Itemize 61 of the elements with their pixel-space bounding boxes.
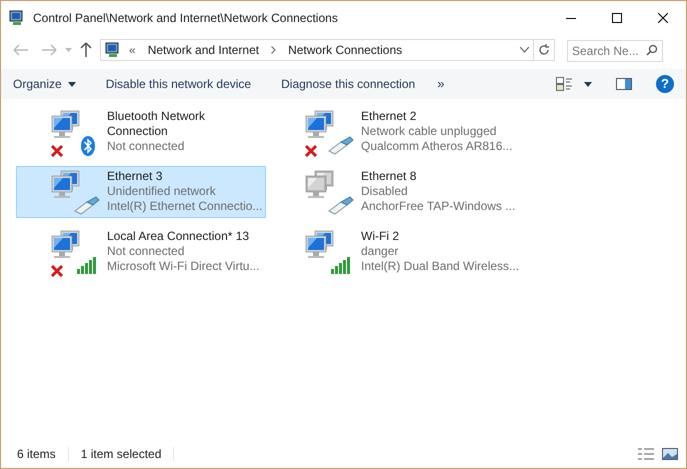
window-title: Control Panel\Network and Internet\Network Connections [33, 10, 338, 27]
breadcrumb-overflow[interactable]: « [129, 41, 136, 59]
toolbar-button[interactable]: Disable this network device [106, 75, 252, 93]
caret-icon [68, 82, 76, 86]
signal-bars-icon [331, 257, 350, 274]
breadcrumb-item[interactable]: Network Connections [288, 41, 402, 59]
details-view-icon[interactable] [638, 448, 654, 460]
ethernet-plug-icon [328, 196, 354, 215]
caret-icon[interactable] [584, 82, 592, 86]
connection-status: Unidentified network [107, 184, 217, 199]
dropdown-caret-icon[interactable] [520, 47, 529, 53]
connection-status: danger [361, 244, 400, 259]
adapter-name: Intel(R) Dual Band Wireless... [361, 259, 520, 274]
connection-name: Ethernet 8 [361, 169, 418, 184]
address-bar[interactable]: « Network and Internet Network Connections [100, 39, 555, 61]
toolbar-button[interactable]: Organize [13, 75, 76, 93]
connection-name: Ethernet 2 [361, 109, 418, 124]
adapter-name: Intel(R) Ethernet Connectio... [107, 199, 264, 214]
connection-item[interactable]: Local Area Connection* 13 Not connected Microsoft Wi-Fi Direct Virtu... [17, 227, 267, 279]
computers-icon [52, 230, 80, 258]
item-count: 6 items [17, 446, 56, 463]
chevron-icon[interactable] [271, 46, 276, 54]
up-arrow-icon[interactable] [80, 42, 92, 58]
maximize-icon [612, 13, 622, 23]
connection-status: Not connected [107, 244, 186, 259]
ethernet-plug-icon [328, 136, 354, 155]
connection-status: Not connected [107, 139, 186, 154]
computers-icon [52, 170, 80, 198]
connection-name: Bluetooth Network Connection [107, 109, 206, 139]
view-options-icon[interactable] [556, 77, 572, 91]
connection-item[interactable]: Wi-Fi 2 danger Intel(R) Dual Band Wireless... [271, 227, 521, 279]
computers-icon [306, 230, 334, 258]
connection-name: Wi-Fi 2 [361, 229, 400, 244]
breadcrumb-item[interactable]: Network and Internet [148, 41, 260, 59]
search-icon [646, 44, 658, 56]
signal-bars-icon [77, 257, 96, 274]
search-field[interactable]: Search Ne... [567, 40, 663, 62]
connection-item[interactable]: Ethernet 2 Network cable unplugged Qualcomm Atheros AR816... [271, 107, 521, 159]
help-button[interactable]: ? [656, 75, 674, 93]
connection-status: Disabled [361, 184, 409, 199]
ethernet-plug-icon [74, 196, 100, 215]
adapter-name: Qualcomm Atheros AR816... [361, 139, 514, 154]
computers-icon [306, 110, 334, 138]
bluetooth-icon [81, 136, 95, 156]
connection-name: Local Area Connection* 13 [107, 229, 250, 244]
computers-icon [52, 110, 80, 138]
connection-name: Ethernet 3 [107, 169, 164, 184]
network-folder-icon [9, 10, 25, 26]
connection-item[interactable]: Bluetooth Network Connection Not connected [17, 107, 267, 159]
close-icon [658, 13, 668, 23]
network-folder-icon [105, 42, 121, 58]
adapter-name: Microsoft Wi-Fi Direct Virtu... [107, 259, 260, 274]
toolbar-button[interactable]: Diagnose this connection [281, 75, 416, 93]
more-commands-button[interactable]: » [437, 74, 444, 94]
refresh-icon[interactable] [538, 44, 550, 56]
preview-pane-icon[interactable] [616, 78, 632, 90]
connection-item[interactable]: Ethernet 3 Unidentified network Intel(R) Ethernet Connectio... [16, 166, 266, 218]
adapter-name: AnchorFree TAP-Windows ... [361, 199, 516, 214]
large-icons-view-icon[interactable] [662, 448, 678, 460]
connection-status: Network cable unplugged [361, 124, 498, 139]
selection-count: 1 item selected [80, 446, 162, 463]
